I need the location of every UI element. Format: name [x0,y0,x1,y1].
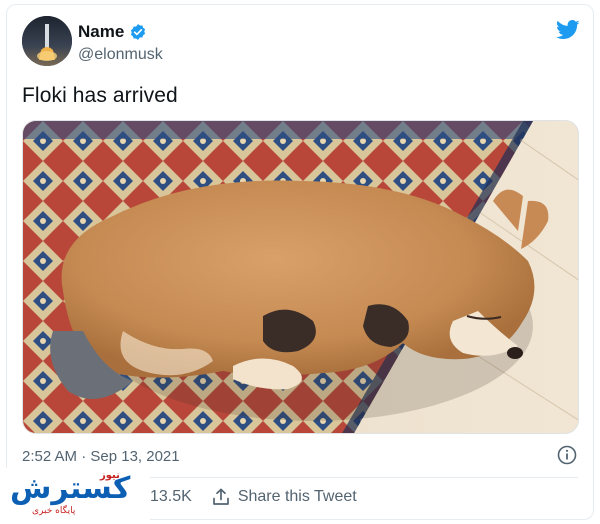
author-name[interactable]: Name [78,22,124,42]
verified-badge-icon [131,24,146,40]
likes-count[interactable]: 13.5K [150,488,192,506]
watermark-main: کسترش [10,471,131,506]
twitter-bird-icon[interactable] [556,20,580,40]
author-row: Name [78,22,147,42]
share-label: Share this Tweet [237,488,357,505]
share-button[interactable]: Share this Tweet [212,488,357,506]
avatar[interactable] [22,16,72,66]
watermark-logo: نیوز کسترش پایگاه خبری [4,468,150,524]
share-icon [212,488,229,505]
tweet-actions: 13.5K Share this Tweet [150,488,357,506]
author-handle[interactable]: @elonmusk [78,46,163,64]
tweet-text: Floki has arrived [22,84,178,107]
tweet-timestamp[interactable]: 2:52 AM · Sep 13, 2021 [22,448,180,465]
info-icon[interactable] [557,445,577,465]
tweet-photo[interactable] [22,120,579,434]
watermark-sub: پایگاه خبری [32,506,76,516]
likes-count-label: 13.5K [150,488,192,505]
